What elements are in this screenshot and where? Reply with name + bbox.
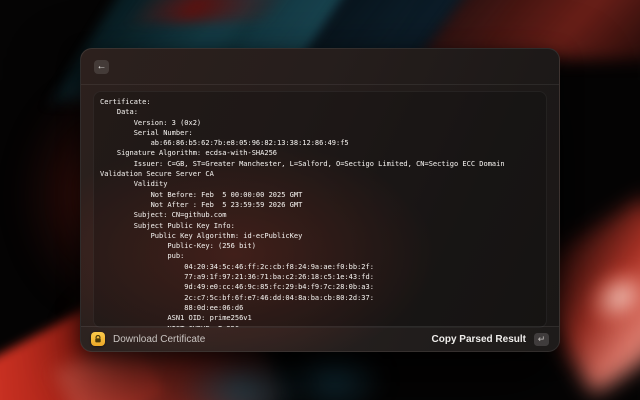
enter-keycap: ↵: [534, 332, 549, 346]
wallpaper-teal-glow: [285, 345, 385, 400]
wallpaper-teal-glow: [175, 350, 305, 400]
return-key-icon: ↵: [537, 333, 546, 344]
back-button[interactable]: ←: [94, 59, 109, 74]
action-bar: Download Certificate Copy Parsed Result …: [81, 326, 559, 351]
arrow-left-icon: ←: [96, 60, 107, 72]
wallpaper-pink-glow: [575, 255, 640, 340]
copy-parsed-result-button[interactable]: Copy Parsed Result: [432, 334, 526, 345]
certificate-scroll-area[interactable]: Certificate: Data: Version: 3 (0x2) Seri…: [93, 91, 547, 328]
certificate-viewer-window: ← Certificate: Data: Version: 3 (0x2) Se…: [80, 48, 560, 352]
download-certificate-label: Download Certificate: [113, 333, 206, 345]
window-header: ←: [81, 49, 559, 85]
lock-icon: [91, 332, 105, 346]
lock-glyph: [95, 335, 101, 343]
wallpaper-red-streak: [124, 0, 296, 22]
certificate-text: Certificate: Data: Version: 3 (0x2) Seri…: [100, 98, 505, 327]
